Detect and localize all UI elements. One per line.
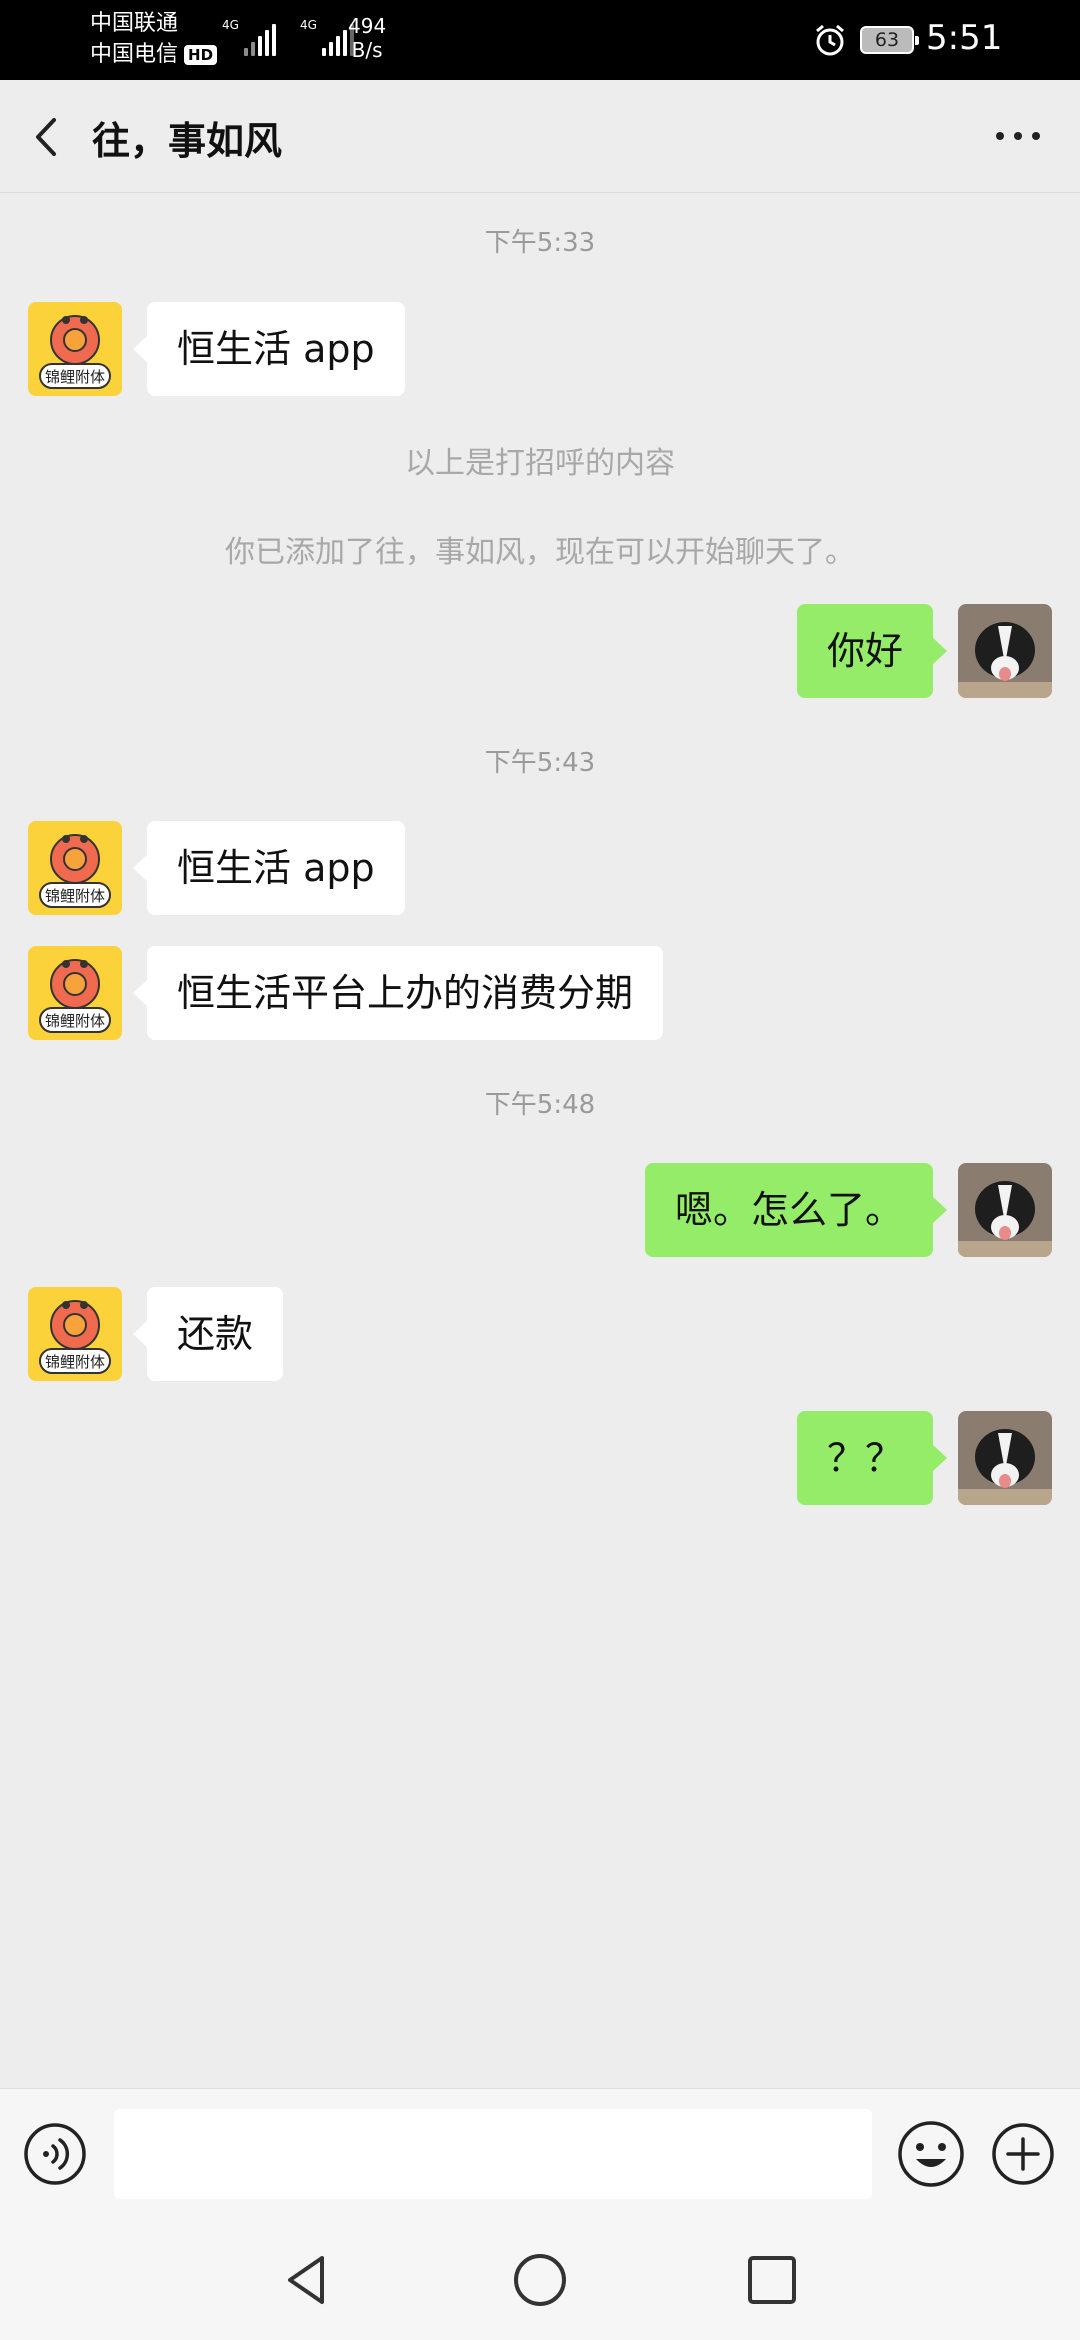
- contact-avatar[interactable]: 锦鲤附体: [28, 946, 122, 1040]
- contact-avatar[interactable]: 锦鲤附体: [28, 302, 122, 396]
- self-avatar[interactable]: [958, 604, 1052, 698]
- incoming-message[interactable]: 恒生活 app: [133, 302, 405, 396]
- system-navigation-bar: [0, 2218, 1080, 2340]
- outgoing-message[interactable]: ？？: [796, 1411, 948, 1505]
- net-speed: 494 B/s: [348, 14, 386, 62]
- timestamp: 下午5:48: [484, 1090, 596, 1120]
- svg-text:锦鲤附体: 锦鲤附体: [45, 887, 105, 905]
- system-notice: 你已添加了往，事如风，现在可以开始聊天了。: [225, 535, 855, 570]
- system-notice: 以上是打招呼的内容: [405, 446, 675, 481]
- timestamp: 下午5:33: [484, 228, 596, 258]
- net-speed-unit: B/s: [351, 38, 383, 62]
- chat-title: 往，事如风: [92, 119, 283, 163]
- self-avatar[interactable]: [958, 1163, 1052, 1257]
- contact-avatar[interactable]: 锦鲤附体: [28, 1287, 122, 1381]
- hd-badge: HD: [184, 44, 218, 65]
- contact-avatar[interactable]: 锦鲤附体: [28, 821, 122, 915]
- signal-2-tag: 4G: [300, 18, 317, 32]
- voice-input-icon[interactable]: [22, 2121, 88, 2187]
- signal-2-icon: 4G: [300, 18, 354, 56]
- input-bar: [0, 2088, 1080, 2219]
- chat-header: 往，事如风: [0, 80, 1080, 193]
- koi-avatar-icon: 锦鲤附体: [28, 946, 122, 1040]
- add-more-icon[interactable]: [990, 2121, 1056, 2187]
- net-speed-value: 494: [348, 14, 387, 38]
- back-arrow-icon[interactable]: [24, 112, 74, 162]
- incoming-message[interactable]: 恒生活平台上办的消费分期: [132, 946, 664, 1040]
- koi-avatar-icon: 锦鲤附体: [28, 1287, 122, 1381]
- alarm-icon: [816, 24, 844, 56]
- nav-back-icon[interactable]: [278, 2250, 338, 2310]
- status-time: 5:51: [926, 18, 1003, 58]
- signal-1-tag: 4G: [222, 18, 239, 32]
- carrier-2: 中国电信: [90, 42, 179, 67]
- more-options-icon[interactable]: [988, 116, 1048, 156]
- svg-text:锦鲤附体: 锦鲤附体: [45, 368, 105, 386]
- dog-avatar-icon: [958, 604, 1052, 698]
- nav-home-icon[interactable]: [510, 2250, 570, 2310]
- message-input[interactable]: [114, 2109, 872, 2199]
- outgoing-message[interactable]: 嗯。怎么了。: [644, 1163, 948, 1257]
- dog-avatar-icon: [958, 1163, 1052, 1257]
- carrier-1: 中国联通: [90, 11, 179, 36]
- koi-avatar-icon: 锦鲤附体: [28, 302, 122, 396]
- status-bar: 中国联通 中国电信 HD 4G 4G 494 B/s 63 5:51: [0, 0, 1080, 80]
- svg-text:锦鲤附体: 锦鲤附体: [45, 1012, 105, 1030]
- dog-avatar-icon: [958, 1411, 1052, 1505]
- outgoing-message[interactable]: 你好: [796, 604, 948, 698]
- incoming-message[interactable]: 恒生活 app: [133, 821, 405, 915]
- timestamp: 下午5:43: [484, 748, 596, 778]
- self-avatar[interactable]: [958, 1411, 1052, 1505]
- incoming-message[interactable]: 还款: [132, 1287, 284, 1381]
- emoji-icon[interactable]: [896, 2119, 966, 2189]
- signal-1-icon: 4G: [222, 18, 276, 56]
- battery-icon: 63: [860, 26, 919, 54]
- carrier-info: 中国联通 中国电信 HD: [90, 8, 218, 70]
- nav-recents-icon[interactable]: [742, 2250, 802, 2310]
- svg-text:锦鲤附体: 锦鲤附体: [45, 1353, 105, 1371]
- koi-avatar-icon: 锦鲤附体: [28, 821, 122, 915]
